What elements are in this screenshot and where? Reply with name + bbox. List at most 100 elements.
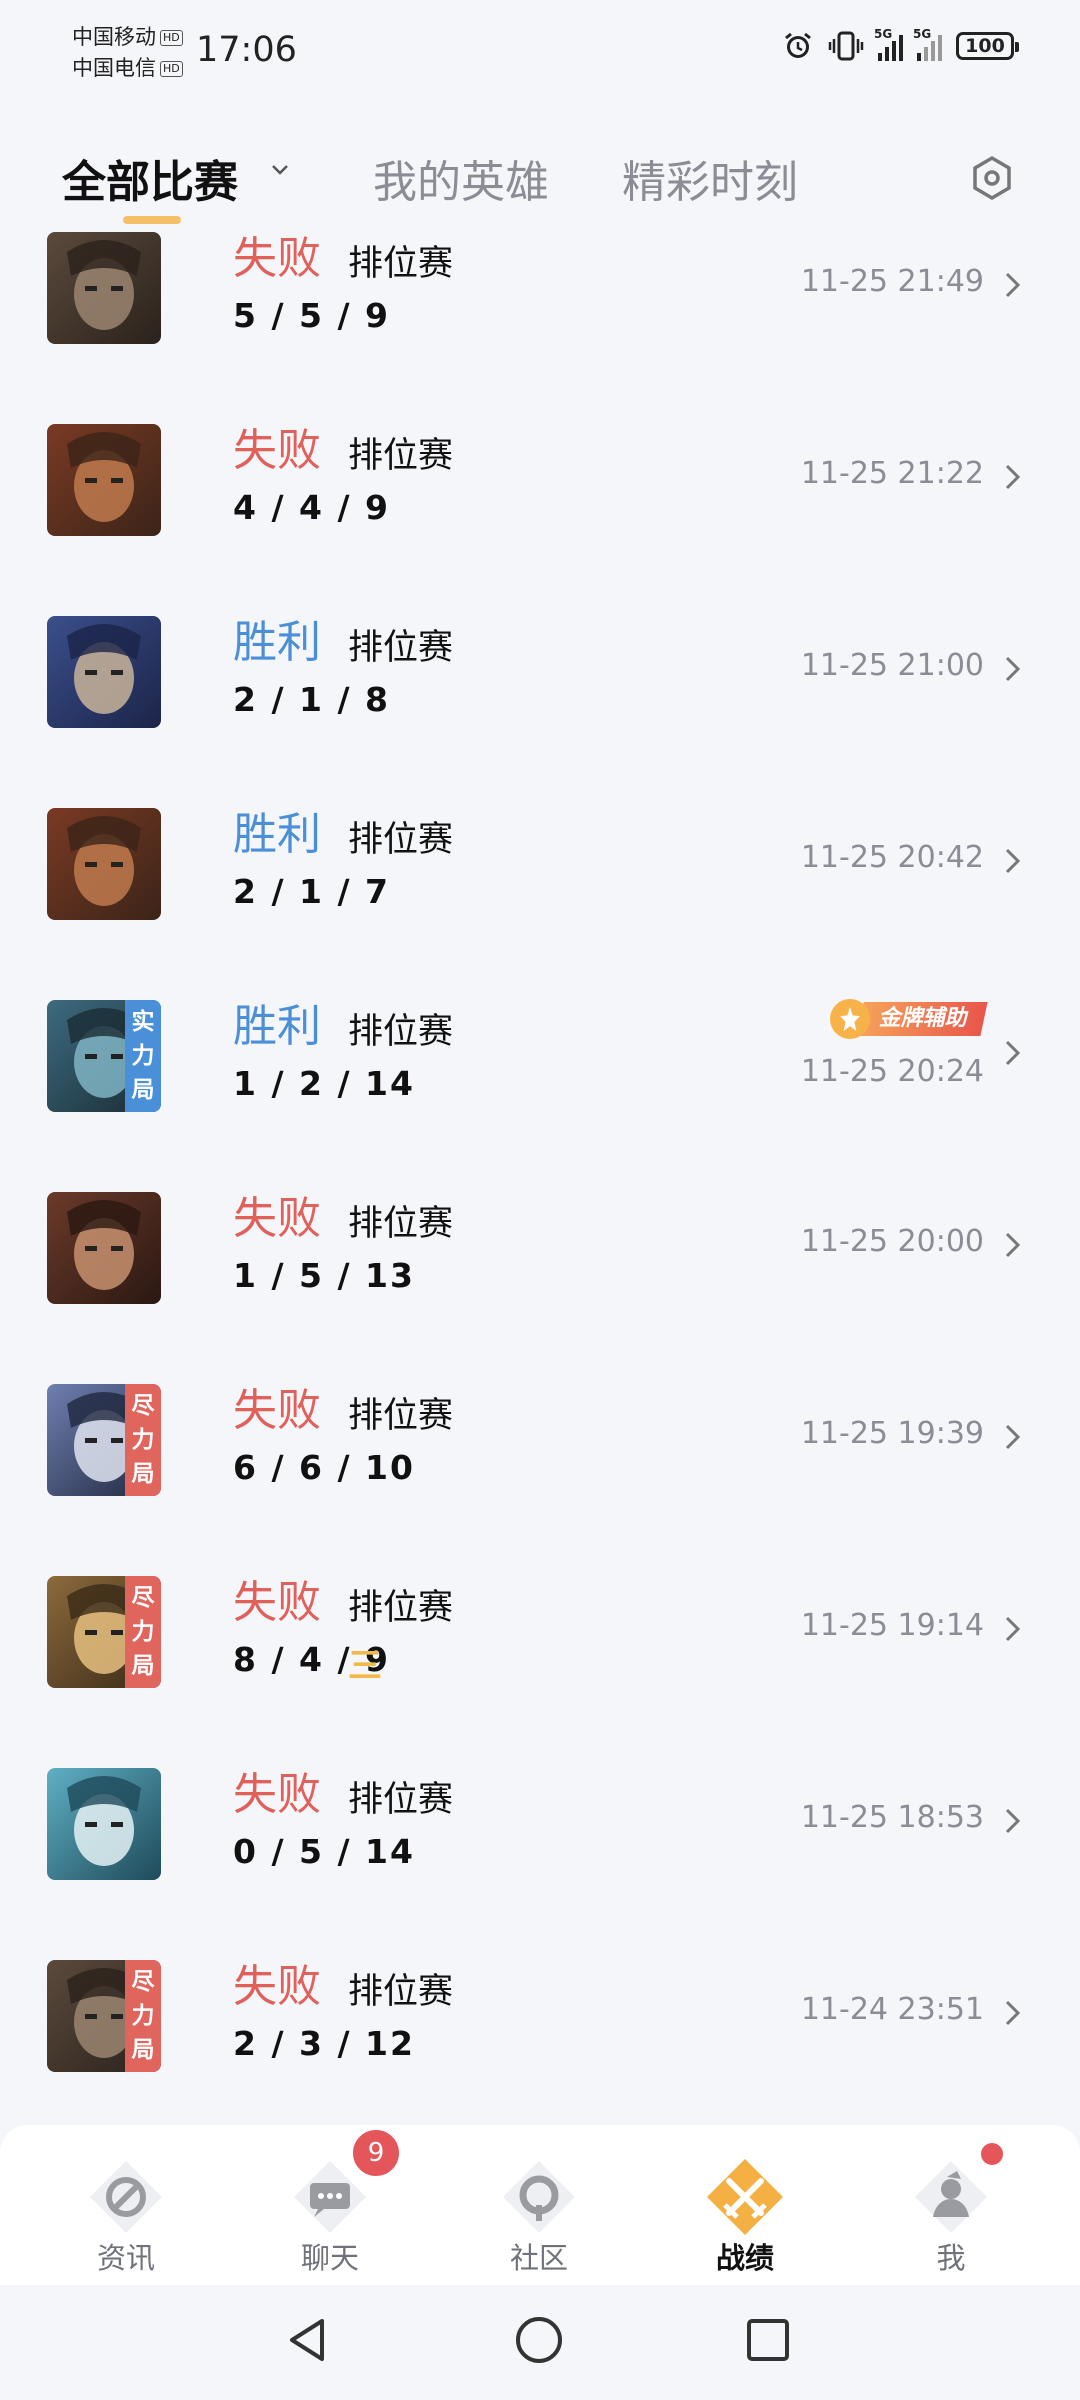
star-icon [829,999,870,1039]
vibrate-icon [828,31,864,61]
match-tag-char: 力 [131,1043,155,1069]
match-time: 11-25 21:00 [800,648,984,683]
match-kda: 1 / 5 / 13 [233,1256,415,1295]
back-icon[interactable] [282,2315,332,2365]
chevron-down-icon[interactable] [270,160,290,180]
mvp-mark-icon: 三 [348,1646,382,1686]
tab-indicator [123,216,181,224]
hd-badge: HD [160,30,183,46]
settings-hexagon-icon[interactable] [966,152,1018,204]
match-result: 失败 [233,1385,321,1436]
nav-item-chat[interactable]: 9 聊天 [270,2125,402,2285]
match-mode: 排位赛 [348,1972,454,2012]
beast-hero-portrait [47,232,161,344]
nav-item-news[interactable]: 资讯 [66,2125,186,2285]
match-result: 失败 [233,1769,321,1820]
nav-item-community[interactable]: 社区 [479,2125,599,2285]
match-tag-badge: 尽力局 [125,1576,161,1688]
match-tag-char: 尽 [131,1393,155,1419]
match-tag-char: 尽 [131,1969,155,1995]
hero-avatar-image [47,424,161,536]
warrior-hero-portrait [47,808,161,920]
match-row[interactable]: 实力局 胜利 排位赛 1 / 2 / 14 金牌辅助 11-25 20:24 [0,998,1080,1190]
tab-my-heroes[interactable]: 我的英雄 [373,146,549,210]
match-row[interactable]: 尽力局 失败 排位赛 2 / 3 / 12 11-24 23:51 [0,1958,1080,2150]
battery-level: 100 [965,35,1005,57]
match-kda: 2 / 3 / 12 [233,2024,415,2063]
system-navigation-bar [0,2285,1080,2400]
match-tag-badge: 实力局 [125,1000,161,1112]
network-type-2: 5G [913,27,932,41]
match-result: 失败 [233,1577,321,1628]
match-tag-char: 尽 [131,1585,155,1611]
chevron-right-icon [1005,1232,1021,1258]
hd-badge: HD [160,61,183,77]
chevron-right-icon [1005,272,1021,298]
nav-item-profile[interactable]: 我 [891,2125,1011,2285]
carrier-2: 中国电信 [72,56,156,80]
nav-item-battle-record[interactable]: 战绩 [685,2125,805,2285]
nav-label-community: 社区 [509,2241,568,2275]
match-kda: 6 / 6 / 10 [233,1448,415,1487]
top-tabs: 全部比赛 我的英雄 精彩时刻 [0,130,1080,230]
chevron-right-icon [1005,1808,1021,1834]
match-tag-char: 力 [131,2003,155,2029]
nav-label-chat: 聊天 [300,2241,359,2275]
match-time: 11-25 21:22 [800,456,984,491]
match-row[interactable]: 胜利 排位赛 2 / 1 / 8 11-25 21:00 [0,614,1080,806]
match-time: 11-25 20:00 [800,1224,984,1259]
match-mode: 排位赛 [348,820,454,860]
swordsman-hero-portrait [47,616,161,728]
chevron-right-icon [1005,464,1021,490]
match-time: 11-25 18:53 [800,1800,984,1835]
chevron-right-icon [1005,2000,1021,2026]
match-time: 11-24 23:51 [800,1992,984,2027]
match-time: 11-25 19:14 [800,1608,984,1643]
match-kda: 5 / 5 / 9 [233,296,390,335]
match-row[interactable]: 胜利 排位赛 2 / 1 / 7 11-25 20:42 [0,806,1080,998]
match-mode: 排位赛 [348,1780,454,1820]
match-row[interactable]: 尽力局 失败 排位赛 6 / 6 / 10 11-25 19:39 [0,1382,1080,1574]
match-tag-char: 局 [131,1461,155,1487]
match-row[interactable]: 尽力局失败 排位赛 8 / 4 / 9 三 11-25 19:14 [0,1574,1080,1766]
chat-unread-badge: 9 [350,2127,402,2179]
match-row[interactable]: 失败 排位赛 4 / 4 / 9 11-25 21:22 [0,422,1080,614]
tab-all-matches[interactable]: 全部比赛 [62,146,238,210]
match-tag-char: 力 [131,1427,155,1453]
match-kda: 1 / 2 / 14 [233,1064,415,1103]
network-type-1: 5G [874,27,893,41]
beast-hero-portrait: 尽力局 [47,1960,161,2072]
match-tag-badge: 尽力局 [125,1384,161,1496]
status-time: 17:06 [196,30,297,70]
match-mode: 排位赛 [348,1396,454,1436]
chevron-right-icon [1005,1424,1021,1450]
hero-avatar-image [47,1192,161,1304]
match-kda: 2 / 1 / 8 [233,680,390,719]
signal-icon-1: 5G [874,27,903,61]
match-row[interactable]: 失败 排位赛 5 / 5 / 9 11-25 21:49 [0,230,1080,422]
profile-icon [915,2161,987,2233]
nav-label-news: 资讯 [96,2241,155,2275]
match-tag-char: 力 [131,1619,155,1645]
match-kda: 2 / 1 / 7 [233,872,390,911]
status-bar: 中国移动 HD 中国电信 HD 17:06 5G 5G 100 [0,0,1080,110]
tab-highlights[interactable]: 精彩时刻 [622,146,798,210]
hero-avatar-image [47,616,161,728]
hero-avatar-image [47,232,161,344]
match-tag-char: 局 [131,1653,155,1679]
chevron-right-icon [1005,656,1021,682]
match-tag-badge: 尽力局 [125,1960,161,2072]
home-icon[interactable] [514,2315,564,2365]
match-mode: 排位赛 [348,628,454,668]
match-result: 胜利 [233,617,321,668]
match-row[interactable]: 失败 排位赛 1 / 5 / 13 11-25 20:00 [0,1190,1080,1382]
recents-icon[interactable] [745,2317,791,2363]
carrier-1: 中国移动 [72,25,156,49]
match-result: 失败 [233,425,321,476]
match-row[interactable]: 失败 排位赛 0 / 5 / 14 11-25 18:53 [0,1766,1080,1958]
match-kda: 4 / 4 / 9 [233,488,390,527]
match-time: 11-25 21:49 [800,264,984,299]
match-mode: 排位赛 [348,1588,454,1628]
award-label: 金牌辅助 [856,1002,988,1036]
community-icon [503,2161,575,2233]
